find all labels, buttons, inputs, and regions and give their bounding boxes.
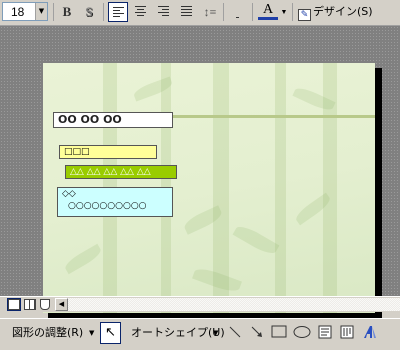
yellow-textbox[interactable]: □□□ [59,145,157,159]
line-spacing-icon: ↕≡ [203,5,217,19]
design-button[interactable]: ✎ デザイン(S) [298,2,373,22]
font-size-value: 18 [11,5,25,19]
slide-canvas[interactable]: OO OO OO □□□ △△ △△ △△ △△ △△ ◇◇ ○○○○○○○○○… [43,63,375,313]
slide-sorter-icon[interactable] [24,299,36,310]
font-size-select[interactable]: 18 ▼ [2,2,48,21]
arrow-icon[interactable] [250,325,264,339]
adjust-shapes-menu[interactable]: 図形の調整(R) [12,325,83,341]
bamboo-leaf [62,243,104,275]
vertical-textbox-icon[interactable] [340,325,354,339]
align-right-icon [158,6,169,18]
align-center-icon [135,6,146,18]
bamboo-stalk [275,63,286,313]
adjust-dropdown-icon[interactable]: ▼ [89,325,94,341]
slide-title-textbox[interactable]: OO OO OO [53,112,173,128]
bullets-button[interactable] [228,2,248,78]
cyan-textbox-line2: ○○○○○○○○○○ [68,201,147,211]
toolbar-separator [53,3,54,21]
font-color-button[interactable]: A [258,2,278,20]
autoshape-dropdown-icon[interactable]: ▼ [213,325,218,341]
line-icon[interactable] [228,325,242,339]
scroll-left-icon[interactable]: ◀ [55,298,68,311]
line-spacing-button[interactable]: ↕≡ [200,2,220,22]
formatting-toolbar: 18 ▼ B S ↕≡ A ▼ ✎ デザイン(S) [0,0,400,78]
autoshape-menu[interactable]: オートシェイプ(U) [131,325,225,341]
distribute-icon [181,6,192,18]
cyan-textbox[interactable]: ◇◇ ○○○○○○○○○○ [57,187,173,217]
bamboo-leaf [232,222,280,258]
normal-view-icon[interactable] [7,298,21,311]
align-left-button[interactable] [108,2,128,22]
toolbar-separator [103,3,104,21]
font-color-dropdown-icon[interactable]: ▼ [279,2,289,22]
toolbar-separator [252,3,253,21]
align-right-button[interactable] [154,2,174,22]
view-scroll-bar: ◀ [0,296,400,312]
bold-button[interactable]: B [57,2,77,22]
align-left-icon [113,7,124,19]
oval-icon[interactable] [293,325,311,339]
cyan-textbox-line1: ◇◇ [62,189,76,199]
select-cursor-icon[interactable]: ↖ [100,322,121,344]
distribute-button[interactable] [177,2,197,22]
textbox-icon[interactable] [318,325,332,339]
font-size-dropdown-icon[interactable]: ▼ [35,3,47,20]
slide-work-area[interactable]: OO OO OO □□□ △△ △△ △△ △△ △△ ◇◇ ○○○○○○○○○… [0,26,400,320]
green-textbox[interactable]: △△ △△ △△ △△ △△ [65,165,177,179]
slideshow-icon[interactable] [40,299,50,310]
design-icon: ✎ [298,9,311,21]
toolbar-separator [223,3,224,21]
align-center-button[interactable] [131,2,151,22]
toolbar-separator [292,3,293,21]
drawing-toolbar: 図形の調整(R) ▼ ↖ オートシェイプ(U) ▼ [0,318,400,350]
title-underline [173,115,375,118]
horizontal-scroll-track[interactable] [68,298,400,311]
rectangle-icon[interactable] [271,325,287,339]
shadow-button[interactable]: S [79,2,99,22]
design-label: デザイン(S) [313,5,373,18]
wordart-icon[interactable] [362,325,378,339]
